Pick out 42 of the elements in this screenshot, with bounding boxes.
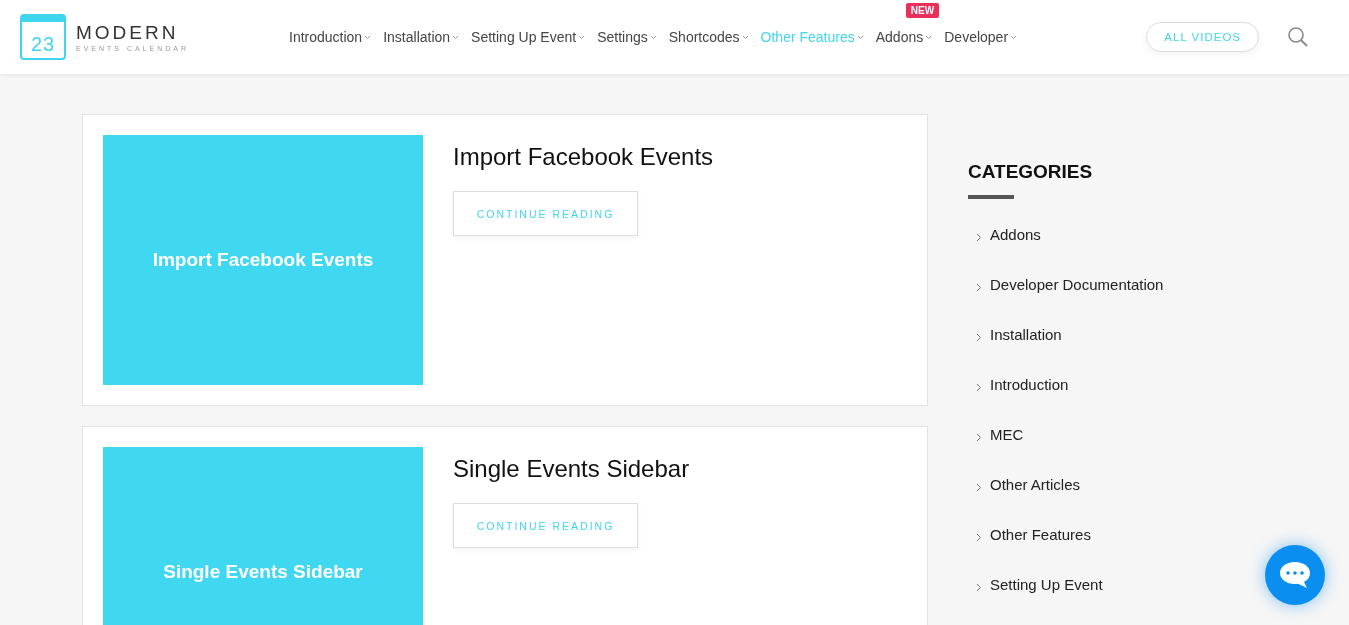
nav-link[interactable]: Setting Up Event bbox=[471, 29, 586, 45]
nav-link[interactable]: Introduction bbox=[289, 29, 372, 45]
chevron-icon bbox=[976, 433, 982, 442]
caret-icon bbox=[364, 34, 372, 40]
logo-name: MODERN bbox=[76, 22, 180, 42]
chat-button[interactable] bbox=[1265, 545, 1325, 605]
chevron-icon bbox=[976, 383, 982, 392]
category-link[interactable]: Addons bbox=[968, 225, 1164, 244]
nav-link[interactable]: Addons bbox=[875, 29, 933, 45]
post-title[interactable]: Single Events Sidebar bbox=[453, 455, 690, 483]
caret-icon bbox=[452, 34, 460, 40]
nav-link[interactable]: Shortcodes bbox=[668, 29, 749, 45]
chevron-icon bbox=[976, 333, 982, 342]
category-link[interactable]: Other Articles bbox=[968, 475, 1164, 494]
nav-link[interactable]: Developer bbox=[944, 29, 1018, 45]
sidebar-title: CATEGORIES bbox=[968, 161, 1094, 183]
category-link[interactable]: Introduction bbox=[968, 375, 1164, 394]
category-link[interactable]: Setting Up Event bbox=[968, 575, 1164, 594]
chevron-icon bbox=[976, 533, 982, 542]
caret-icon bbox=[649, 34, 657, 40]
category-link[interactable]: Other Features bbox=[968, 525, 1164, 544]
category-link[interactable]: Installation bbox=[968, 325, 1164, 344]
search-icon[interactable] bbox=[1287, 26, 1309, 48]
chevron-icon bbox=[976, 283, 982, 292]
nav-link[interactable]: Installation bbox=[383, 29, 460, 45]
caret-icon bbox=[1010, 34, 1018, 40]
caret-icon bbox=[578, 34, 586, 40]
thumbnail-caption: Import Facebook Events bbox=[152, 249, 374, 271]
caret-icon bbox=[925, 34, 933, 40]
chevron-icon bbox=[976, 233, 982, 242]
chat-bubble-icon bbox=[1278, 560, 1312, 590]
chevron-icon bbox=[976, 483, 982, 492]
post-title[interactable]: Import Facebook Events bbox=[453, 143, 714, 171]
new-badge: NEW bbox=[905, 3, 940, 18]
category-link[interactable]: Developer Documentation bbox=[968, 275, 1164, 294]
caret-icon bbox=[741, 34, 749, 40]
chevron-icon bbox=[976, 583, 982, 592]
caret-icon bbox=[856, 34, 864, 40]
logo-number: 23 bbox=[30, 34, 56, 54]
thumbnail-caption: Single Events Sidebar bbox=[163, 561, 363, 583]
nav-link[interactable]: Settings bbox=[597, 29, 657, 45]
category-link[interactable]: MEC bbox=[968, 425, 1164, 444]
